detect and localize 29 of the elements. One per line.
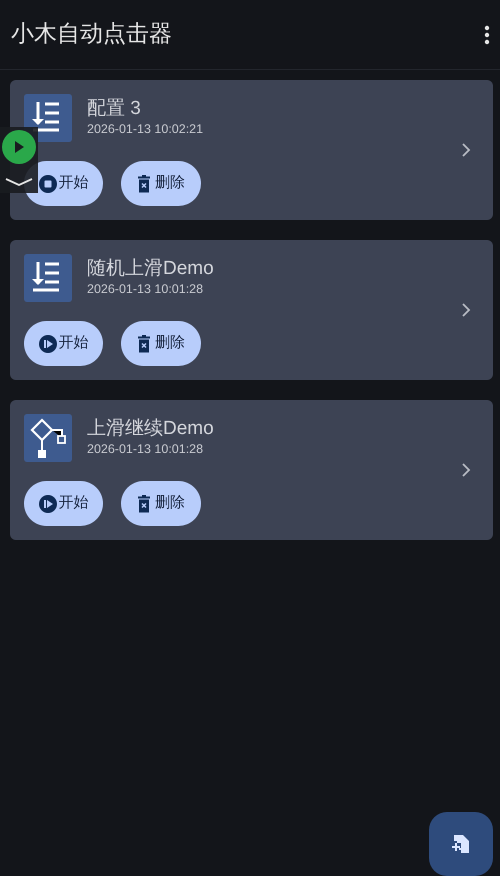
trash-icon — [137, 494, 151, 512]
chevron-right-icon[interactable] — [461, 302, 471, 318]
config-timestamp: 2026-01-13 10:01:28 — [87, 441, 204, 457]
sort-list-icon — [24, 254, 72, 302]
config-card[interactable]: 上滑继续Demo 2026-01-13 10:01:28 开始 删除 — [10, 400, 493, 540]
config-title: 上滑继续Demo — [87, 417, 214, 441]
chevron-right-icon[interactable] — [461, 462, 471, 478]
sort-list-icon — [24, 94, 72, 142]
flowchart-icon — [24, 414, 72, 462]
delete-button[interactable]: 删除 — [121, 481, 201, 526]
add-config-button[interactable] — [429, 812, 493, 876]
config-title: 配置 3 — [87, 97, 142, 121]
trash-icon — [137, 174, 151, 192]
floating-control-menu[interactable] — [0, 127, 38, 193]
config-card[interactable]: 配置 3 2026-01-13 10:02:21 开始 删除 — [10, 80, 493, 220]
app-title: 小木自动点击器 — [11, 20, 172, 50]
config-card[interactable]: 随机上滑Demo 2026-01-13 10:01:28 开始 删除 — [10, 240, 493, 380]
delete-button[interactable]: 删除 — [121, 161, 201, 206]
more-options-icon[interactable] — [484, 24, 490, 44]
start-button[interactable]: 开始 — [24, 321, 103, 366]
chevron-right-icon[interactable] — [461, 142, 471, 158]
delete-button[interactable]: 删除 — [121, 321, 201, 366]
start-button[interactable]: 开始 — [24, 481, 103, 526]
config-timestamp: 2026-01-13 10:02:21 — [87, 121, 204, 137]
config-timestamp: 2026-01-13 10:01:28 — [87, 281, 204, 297]
play-icon[interactable] — [2, 130, 36, 164]
trash-icon — [137, 334, 151, 352]
chevron-down-icon[interactable] — [4, 177, 34, 187]
config-title: 随机上滑Demo — [87, 257, 214, 281]
